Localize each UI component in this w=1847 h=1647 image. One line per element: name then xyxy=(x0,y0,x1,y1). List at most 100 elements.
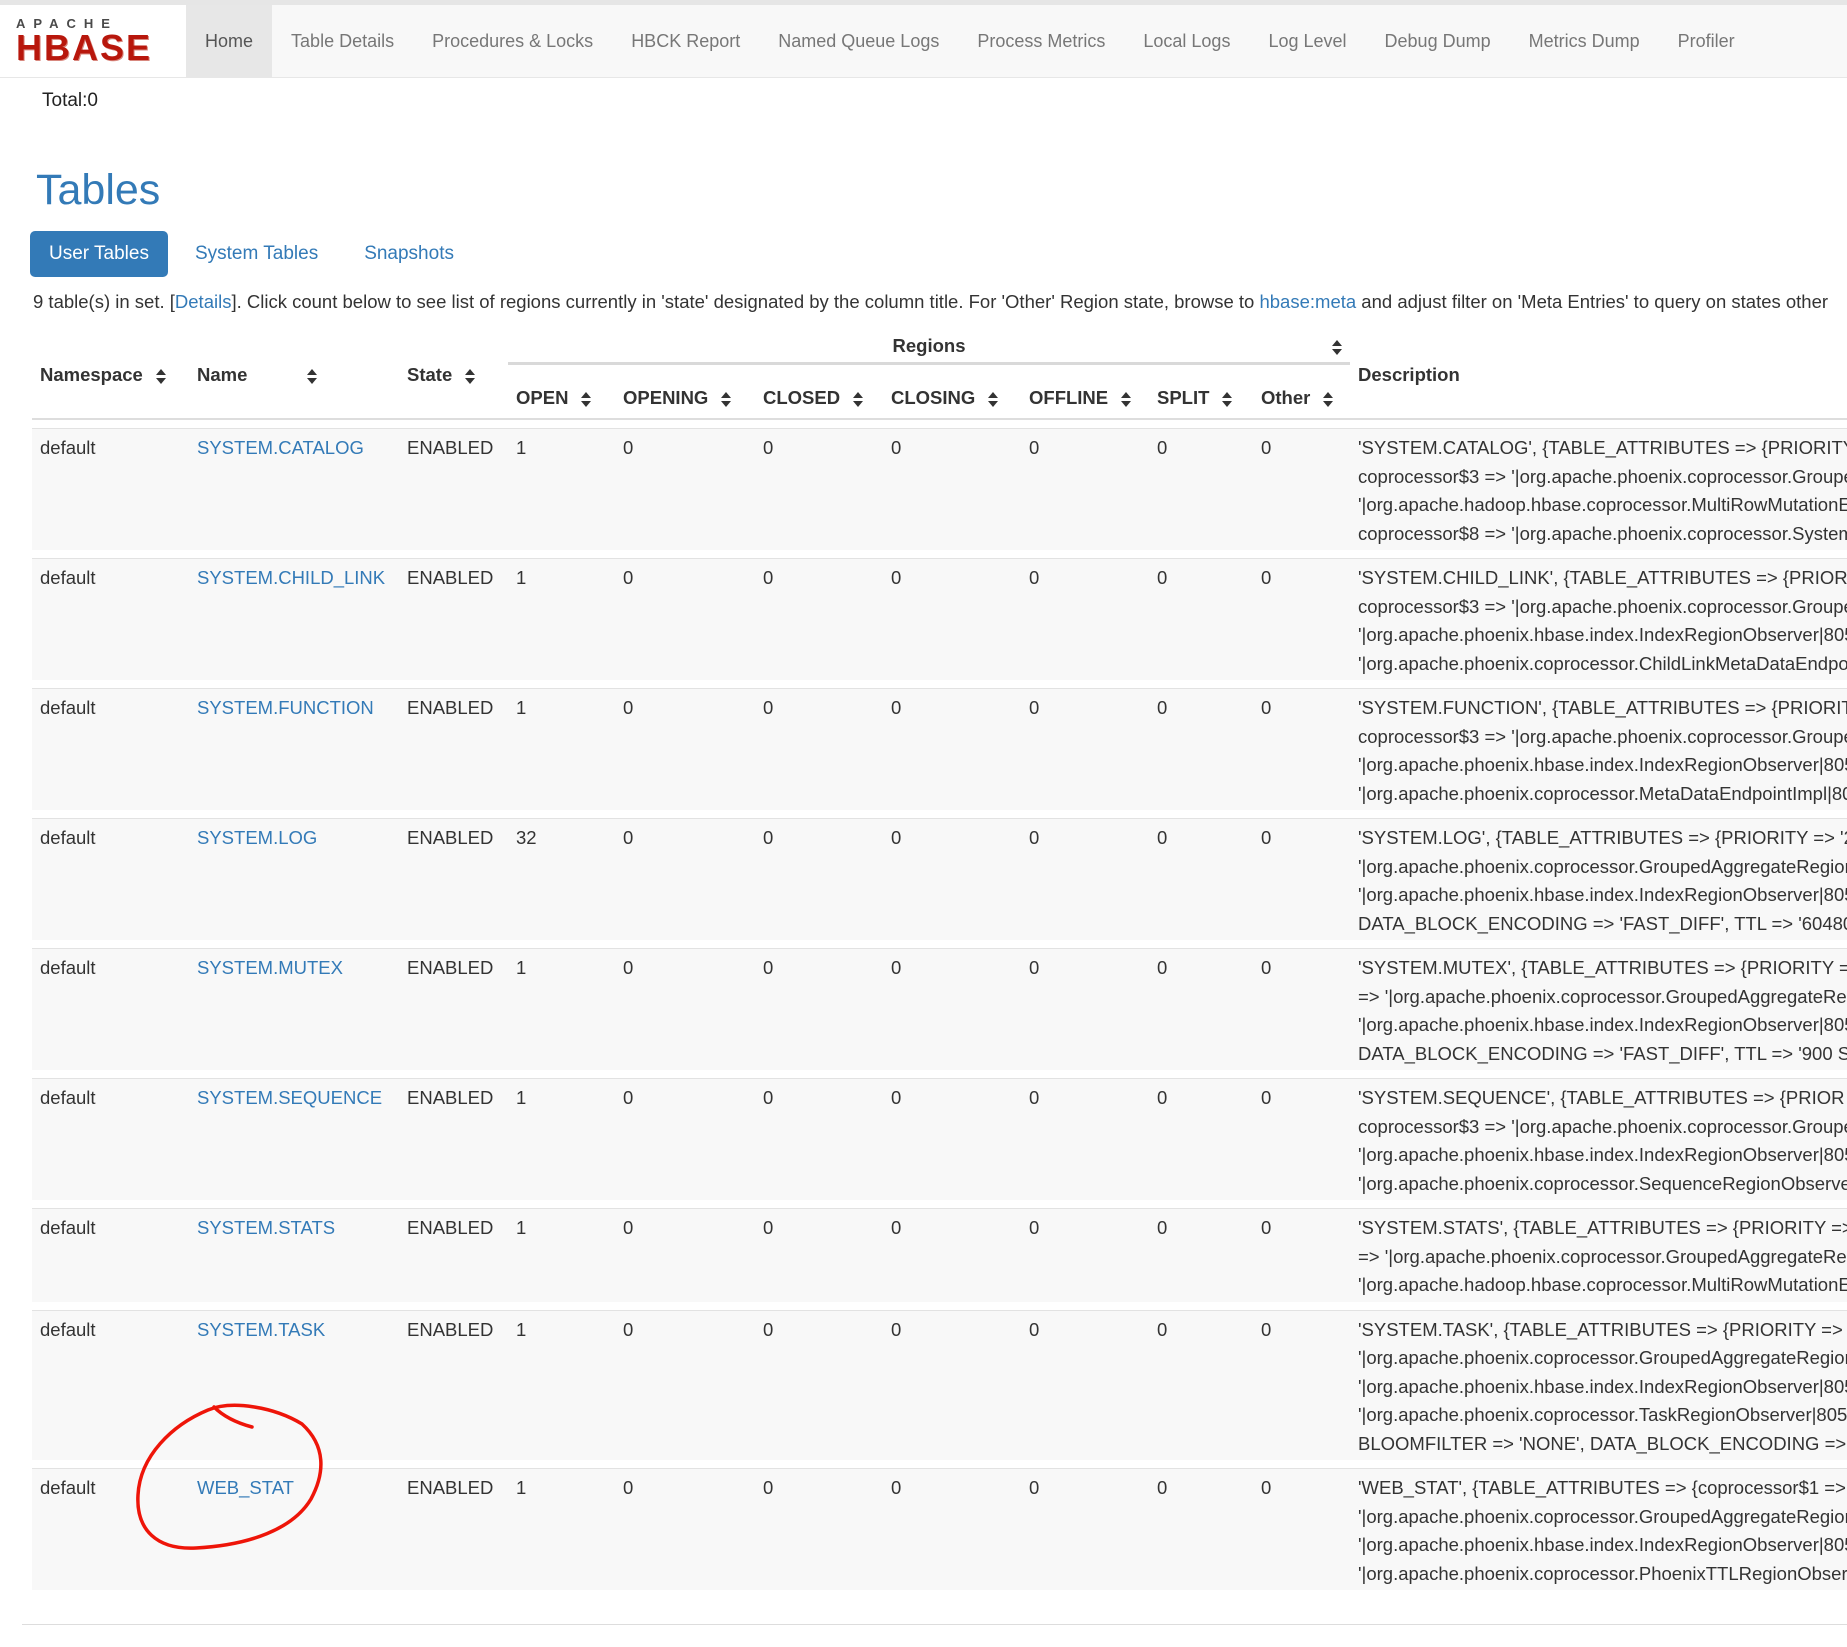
other-count[interactable]: 0 xyxy=(1253,694,1350,808)
offline-count[interactable]: 0 xyxy=(1021,694,1149,808)
closing-count[interactable]: 0 xyxy=(883,1316,1021,1459)
open-count[interactable]: 1 xyxy=(508,1474,615,1588)
closed-count[interactable]: 0 xyxy=(755,1084,883,1198)
closing-count[interactable]: 0 xyxy=(883,1474,1021,1588)
nav-item-table-details[interactable]: Table Details xyxy=(272,5,413,77)
closing-count[interactable]: 0 xyxy=(883,694,1021,808)
sort-icon[interactable] xyxy=(853,392,863,407)
nav-item-debug-dump[interactable]: Debug Dump xyxy=(1366,5,1510,77)
closed-count[interactable]: 0 xyxy=(755,1474,883,1588)
opening-count[interactable]: 0 xyxy=(615,1474,755,1588)
closing-count[interactable]: 0 xyxy=(883,1214,1021,1300)
open-count[interactable]: 1 xyxy=(508,954,615,1068)
other-count[interactable]: 0 xyxy=(1253,1316,1350,1459)
opening-count[interactable]: 0 xyxy=(615,1084,755,1198)
closing-count[interactable]: 0 xyxy=(883,824,1021,938)
table-name-link[interactable]: SYSTEM.LOG xyxy=(197,827,317,848)
sort-icon[interactable] xyxy=(721,392,731,407)
nav-item-local-logs[interactable]: Local Logs xyxy=(1124,5,1249,77)
split-count[interactable]: 0 xyxy=(1149,434,1253,548)
closed-count[interactable]: 0 xyxy=(755,434,883,548)
table-name-link[interactable]: SYSTEM.FUNCTION xyxy=(197,697,374,718)
closing-count[interactable]: 0 xyxy=(883,954,1021,1068)
opening-count[interactable]: 0 xyxy=(615,954,755,1068)
nav-item-hbck-report[interactable]: HBCK Report xyxy=(612,5,759,77)
closed-count[interactable]: 0 xyxy=(755,564,883,678)
offline-count[interactable]: 0 xyxy=(1021,954,1149,1068)
other-count[interactable]: 0 xyxy=(1253,954,1350,1068)
opening-count[interactable]: 0 xyxy=(615,694,755,808)
open-count[interactable]: 1 xyxy=(508,1214,615,1300)
column-header-split[interactable]: SPLIT xyxy=(1149,387,1253,415)
other-count[interactable]: 0 xyxy=(1253,1214,1350,1300)
nav-item-profiler[interactable]: Profiler xyxy=(1659,5,1754,77)
split-count[interactable]: 0 xyxy=(1149,954,1253,1068)
sort-icon[interactable] xyxy=(1222,392,1232,407)
closed-count[interactable]: 0 xyxy=(755,1316,883,1459)
split-count[interactable]: 0 xyxy=(1149,1474,1253,1588)
hbase-meta-link[interactable]: hbase:meta xyxy=(1259,291,1356,312)
offline-count[interactable]: 0 xyxy=(1021,564,1149,678)
sort-icon[interactable] xyxy=(581,392,591,407)
table-name-link[interactable]: SYSTEM.STATS xyxy=(197,1217,335,1238)
offline-count[interactable]: 0 xyxy=(1021,1214,1149,1300)
nav-item-home[interactable]: Home xyxy=(186,5,272,77)
sort-icon[interactable] xyxy=(988,392,998,407)
other-count[interactable]: 0 xyxy=(1253,434,1350,548)
open-count[interactable]: 32 xyxy=(508,824,615,938)
nav-item-log-level[interactable]: Log Level xyxy=(1249,5,1365,77)
other-count[interactable]: 0 xyxy=(1253,1474,1350,1588)
open-count[interactable]: 1 xyxy=(508,1084,615,1198)
table-name-link[interactable]: WEB_STAT xyxy=(197,1477,294,1498)
tab-system-tables[interactable]: System Tables xyxy=(176,231,337,277)
column-group-regions[interactable]: Regions xyxy=(508,335,1350,365)
column-header-offline[interactable]: OFFLINE xyxy=(1021,387,1149,415)
column-header-opening[interactable]: OPENING xyxy=(615,387,755,415)
nav-item-procedures-locks[interactable]: Procedures & Locks xyxy=(413,5,612,77)
column-header-namespace[interactable]: Namespace xyxy=(32,364,189,386)
split-count[interactable]: 0 xyxy=(1149,694,1253,808)
closed-count[interactable]: 0 xyxy=(755,824,883,938)
column-header-closed[interactable]: CLOSED xyxy=(755,387,883,415)
sort-icon[interactable] xyxy=(156,369,166,384)
details-link[interactable]: Details xyxy=(175,291,232,312)
opening-count[interactable]: 0 xyxy=(615,824,755,938)
split-count[interactable]: 0 xyxy=(1149,1316,1253,1459)
table-name-link[interactable]: SYSTEM.CATALOG xyxy=(197,437,364,458)
open-count[interactable]: 1 xyxy=(508,1316,615,1459)
offline-count[interactable]: 0 xyxy=(1021,434,1149,548)
offline-count[interactable]: 0 xyxy=(1021,1474,1149,1588)
nav-item-process-metrics[interactable]: Process Metrics xyxy=(958,5,1124,77)
column-header-closing[interactable]: CLOSING xyxy=(883,387,1021,415)
other-count[interactable]: 0 xyxy=(1253,824,1350,938)
offline-count[interactable]: 0 xyxy=(1021,1316,1149,1459)
column-header-name[interactable]: Name xyxy=(189,364,399,386)
closing-count[interactable]: 0 xyxy=(883,564,1021,678)
other-count[interactable]: 0 xyxy=(1253,1084,1350,1198)
table-name-link[interactable]: SYSTEM.TASK xyxy=(197,1319,325,1340)
split-count[interactable]: 0 xyxy=(1149,1214,1253,1300)
closed-count[interactable]: 0 xyxy=(755,694,883,808)
sort-icon[interactable] xyxy=(1121,392,1131,407)
nav-item-named-queue-logs[interactable]: Named Queue Logs xyxy=(759,5,958,77)
table-name-link[interactable]: SYSTEM.SEQUENCE xyxy=(197,1087,382,1108)
other-count[interactable]: 0 xyxy=(1253,564,1350,678)
split-count[interactable]: 0 xyxy=(1149,824,1253,938)
opening-count[interactable]: 0 xyxy=(615,564,755,678)
opening-count[interactable]: 0 xyxy=(615,1214,755,1300)
column-header-open[interactable]: OPEN xyxy=(508,387,615,415)
sort-icon[interactable] xyxy=(465,369,475,384)
table-name-link[interactable]: SYSTEM.MUTEX xyxy=(197,957,343,978)
opening-count[interactable]: 0 xyxy=(615,1316,755,1459)
closed-count[interactable]: 0 xyxy=(755,1214,883,1300)
open-count[interactable]: 1 xyxy=(508,564,615,678)
sort-icon[interactable] xyxy=(307,369,317,384)
offline-count[interactable]: 0 xyxy=(1021,1084,1149,1198)
column-header-state[interactable]: State xyxy=(399,364,508,386)
table-name-link[interactable]: SYSTEM.CHILD_LINK xyxy=(197,567,385,588)
sort-icon[interactable] xyxy=(1332,340,1342,355)
open-count[interactable]: 1 xyxy=(508,694,615,808)
open-count[interactable]: 1 xyxy=(508,434,615,548)
opening-count[interactable]: 0 xyxy=(615,434,755,548)
offline-count[interactable]: 0 xyxy=(1021,824,1149,938)
